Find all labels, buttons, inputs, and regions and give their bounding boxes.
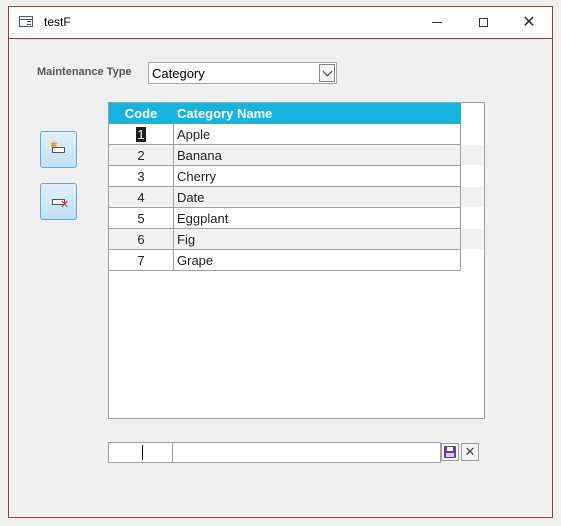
cell-category-name[interactable]: Grape — [177, 253, 213, 268]
table-row[interactable]: 4 Date — [109, 187, 484, 208]
minimize-button[interactable] — [414, 7, 460, 38]
table-row[interactable]: 2 Banana — [109, 145, 484, 166]
cell-code[interactable]: 5 — [109, 211, 173, 226]
add-row-button[interactable]: ✱ — [40, 131, 77, 168]
cell-category-name[interactable]: Eggplant — [177, 211, 228, 226]
code-input[interactable] — [109, 443, 172, 462]
delete-x-icon: ✕ — [60, 199, 70, 211]
maximize-button[interactable] — [460, 7, 506, 38]
window-title: testF — [44, 15, 71, 29]
selected-code: 1 — [136, 127, 146, 142]
title-bar: testF ✕ — [9, 7, 552, 39]
cell-code[interactable]: 4 — [109, 190, 173, 205]
category-name-input[interactable] — [173, 443, 440, 462]
chevron-down-icon — [322, 66, 332, 77]
dropdown-arrow-button[interactable] — [319, 64, 335, 82]
cancel-icon: ✕ — [464, 444, 476, 459]
delete-row-button[interactable]: ✕ — [40, 183, 77, 220]
maintenance-type-value: Category — [152, 66, 205, 81]
maintenance-type-select[interactable]: Category — [148, 62, 337, 84]
cell-category-name[interactable]: Apple — [177, 127, 210, 142]
table-row[interactable]: 6 Fig — [109, 229, 484, 250]
cell-category-name[interactable]: Date — [177, 190, 204, 205]
cell-code[interactable]: 2 — [109, 148, 173, 163]
close-button[interactable]: ✕ — [506, 7, 552, 38]
maximize-icon — [478, 18, 488, 27]
table-row[interactable]: 3 Cherry — [109, 166, 461, 187]
table-row[interactable]: 5 Eggplant — [109, 208, 461, 229]
save-button[interactable] — [441, 443, 459, 461]
category-grid[interactable]: Code Category Name 1 Apple 2 Banana 3 Ch… — [108, 102, 485, 419]
column-header-code[interactable]: Code — [109, 106, 173, 121]
close-icon: ✕ — [522, 13, 536, 31]
column-header-category-name[interactable]: Category Name — [177, 106, 272, 121]
cell-category-name[interactable]: Fig — [177, 232, 195, 247]
minimize-icon — [432, 22, 442, 23]
cell-code[interactable]: 3 — [109, 169, 173, 184]
grid-header: Code Category Name — [109, 103, 461, 124]
form-icon — [19, 16, 33, 27]
cell-category-name[interactable]: Banana — [177, 148, 222, 163]
cell-category-name[interactable]: Cherry — [177, 169, 216, 184]
cell-code[interactable]: 6 — [109, 232, 173, 247]
form-window: testF ✕ Maintenance Type Category ✱ ✕ Co… — [8, 6, 553, 518]
add-row-icon — [52, 147, 65, 153]
new-row-editor — [108, 442, 441, 463]
cancel-button[interactable]: ✕ — [461, 443, 479, 461]
maintenance-type-label: Maintenance Type — [37, 66, 132, 78]
table-row[interactable]: 1 Apple — [109, 124, 461, 145]
cell-code[interactable]: 7 — [109, 253, 173, 268]
cell-code[interactable]: 1 — [109, 127, 173, 142]
table-row[interactable]: 7 Grape — [109, 250, 461, 271]
save-disk-icon — [444, 446, 456, 458]
